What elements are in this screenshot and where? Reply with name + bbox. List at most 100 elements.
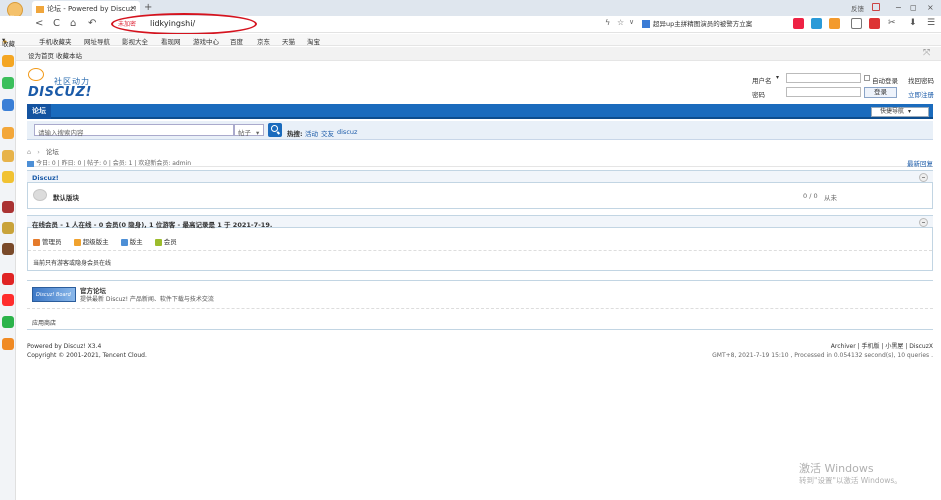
game-icon[interactable] xyxy=(2,201,14,213)
home-icon[interactable]: ⌂ xyxy=(27,148,31,156)
new-tab-button[interactable]: + xyxy=(144,2,152,13)
breadcrumb-current[interactable]: 论坛 xyxy=(46,148,59,156)
hot-search-item[interactable]: 活动 xyxy=(305,128,318,138)
online-header: 在线会员 - 1 人在线 - 0 会员(0 隐身), 1 位游客 - 最高记录是… xyxy=(27,215,933,229)
collapse-icon[interactable] xyxy=(919,218,928,227)
jd-icon[interactable] xyxy=(2,273,14,285)
category-title[interactable]: Discuz! xyxy=(32,174,59,182)
favorite-site-link[interactable]: 收藏本站 xyxy=(56,50,82,60)
bookmark-item[interactable]: 淘宝 xyxy=(307,36,320,46)
legend-item: 会员 xyxy=(154,238,177,246)
auto-login-checkbox[interactable] xyxy=(864,75,870,81)
set-home-link[interactable]: 设为首页 xyxy=(28,50,54,60)
bookmark-item[interactable]: 影视大全 xyxy=(122,36,148,46)
legend-item: 版主 xyxy=(120,238,143,246)
star-icon[interactable]: ☆ xyxy=(617,18,624,27)
site-logo[interactable]: 社区动力 DISCUZ! xyxy=(28,68,98,100)
category-body: 默认版块 0 / 0 从未 xyxy=(27,183,933,209)
search-type-select[interactable]: 帖子 ▾ xyxy=(234,124,264,137)
processing-info: GMT+8, 2021-7-19 15:10 , Processed in 0.… xyxy=(712,352,933,359)
username-type-select[interactable]: ▾ xyxy=(776,74,779,81)
category-header: Discuz! xyxy=(27,170,933,183)
extension-icon[interactable] xyxy=(811,18,822,29)
latest-replies-link[interactable]: 最新回复 xyxy=(907,158,933,168)
apps-grid-icon[interactable] xyxy=(851,18,862,29)
nav-forum-tab[interactable]: 论坛 xyxy=(27,104,51,119)
minimize-button[interactable]: − xyxy=(895,3,902,12)
login-button[interactable]: 登录 xyxy=(864,87,897,98)
extension-icon[interactable] xyxy=(829,18,840,29)
divider xyxy=(28,250,932,251)
collapse-icon[interactable] xyxy=(919,173,928,182)
search-input[interactable]: 请输入搜索内容 xyxy=(34,124,234,137)
home-icon[interactable]: ⌂ xyxy=(70,18,76,29)
forum-name-link[interactable]: 默认版块 xyxy=(53,192,79,202)
bookmark-item[interactable]: ★ 收藏 ▾ xyxy=(2,36,15,48)
browser-sidebar xyxy=(0,47,16,500)
username-input[interactable] xyxy=(786,73,861,83)
admin-user-icon xyxy=(33,238,40,246)
menu-icon[interactable]: ☰ xyxy=(927,18,938,29)
tmall-icon[interactable] xyxy=(2,294,14,306)
tab-close-icon[interactable]: × xyxy=(130,4,136,12)
auto-login-label: 自动登录 xyxy=(872,77,898,85)
quick-nav-dropdown[interactable]: 快捷导航 ▾ xyxy=(871,107,929,117)
register-link[interactable]: 立即注册 xyxy=(908,89,934,99)
bookmark-item[interactable]: 天猫 xyxy=(282,36,295,46)
bookmark-item[interactable]: 京东 xyxy=(257,36,270,46)
main-nav: 论坛 xyxy=(27,104,933,119)
lightning-icon[interactable]: ϟ xyxy=(605,18,610,27)
extension-icon[interactable] xyxy=(793,18,804,29)
forum-counts: 0 / 0 xyxy=(803,192,818,200)
footer-right: Archiver | 手机版 | 小黑屋 | DiscuzX GMT+8, 20… xyxy=(700,342,933,360)
game-icon[interactable] xyxy=(2,243,14,255)
browser-search-box[interactable]: 超异up主拼精图演员的被警方立案 xyxy=(642,18,790,30)
sidebar-app-icon[interactable] xyxy=(2,171,14,183)
online-body: 管理员 超级版主 版主 会员 当前只有游客或隐身会员在线 xyxy=(27,228,933,271)
caret-down-icon: ▾ xyxy=(908,108,912,115)
divider xyxy=(27,308,933,309)
sidebar-app-icon[interactable] xyxy=(2,77,14,89)
bookmark-item[interactable]: 百度 xyxy=(230,36,243,46)
footer-links[interactable]: Archiver | 手机版 | 小黑屋 | DiscuzX xyxy=(700,342,933,351)
favorites-icon[interactable] xyxy=(2,55,14,67)
sidebar-app-icon[interactable] xyxy=(2,150,14,162)
browser-tab[interactable]: 论坛 - Powered by Discuz! × xyxy=(32,1,140,16)
password-input[interactable] xyxy=(786,87,861,97)
forgot-password-link[interactable]: 找回密码 xyxy=(908,75,934,85)
forum-tab-icon xyxy=(36,5,44,13)
forum-last-post: 从未 xyxy=(824,194,837,202)
hot-search-item[interactable]: 交友 xyxy=(321,128,334,138)
speech-bubble-icon xyxy=(28,68,44,81)
breadcrumb-separator: › xyxy=(37,148,40,156)
bookmark-item[interactable]: 游戏中心 xyxy=(193,36,219,46)
tools-icon[interactable]: ✂ xyxy=(888,18,899,29)
app-store-link[interactable]: 应用商店 xyxy=(32,318,56,327)
sidebar-app-icon[interactable] xyxy=(2,338,14,350)
game-icon[interactable] xyxy=(2,222,14,234)
back-icon[interactable]: < xyxy=(35,18,43,29)
hot-search-item[interactable]: discuz xyxy=(337,128,357,136)
expand-icon[interactable]: ⤧ xyxy=(923,48,930,58)
maximize-button[interactable]: ◻ xyxy=(910,3,917,12)
search-button[interactable] xyxy=(268,123,282,137)
report-button[interactable]: 反馈 xyxy=(851,3,864,13)
sidebar-app-icon[interactable] xyxy=(2,127,14,139)
sidebar-app-icon[interactable] xyxy=(2,316,14,328)
undo-icon[interactable]: ↶ xyxy=(88,18,96,29)
bookmark-item[interactable]: 网址导航 xyxy=(84,36,110,46)
shirt-icon[interactable] xyxy=(872,3,880,11)
close-window-button[interactable]: × xyxy=(927,3,934,12)
hot-search-label: 热搜: xyxy=(287,130,303,138)
bookmark-item[interactable]: 看现网 xyxy=(161,36,181,46)
official-forum-desc: 提供最新 Discuz! 产品新闻、软件下载与技术交流 xyxy=(80,296,214,303)
sidebar-app-icon[interactable] xyxy=(2,99,14,111)
bookmarks-bar: ★ 收藏 ▾ 手机收藏夹 网址导航 影视大全 看现网 游戏中心 百度 京东 天猫 … xyxy=(0,34,941,48)
chevron-down-icon[interactable]: ∨ xyxy=(629,18,634,26)
extension-icon[interactable] xyxy=(869,18,880,29)
bookmark-item[interactable]: 手机收藏夹 xyxy=(39,36,72,46)
discuz-board-banner[interactable]: Discuz! Board xyxy=(32,287,76,302)
powered-by[interactable]: Powered by Discuz! X3.4 xyxy=(27,342,147,351)
download-icon[interactable]: ⬇ xyxy=(909,18,920,29)
refresh-icon[interactable]: C xyxy=(53,18,60,29)
